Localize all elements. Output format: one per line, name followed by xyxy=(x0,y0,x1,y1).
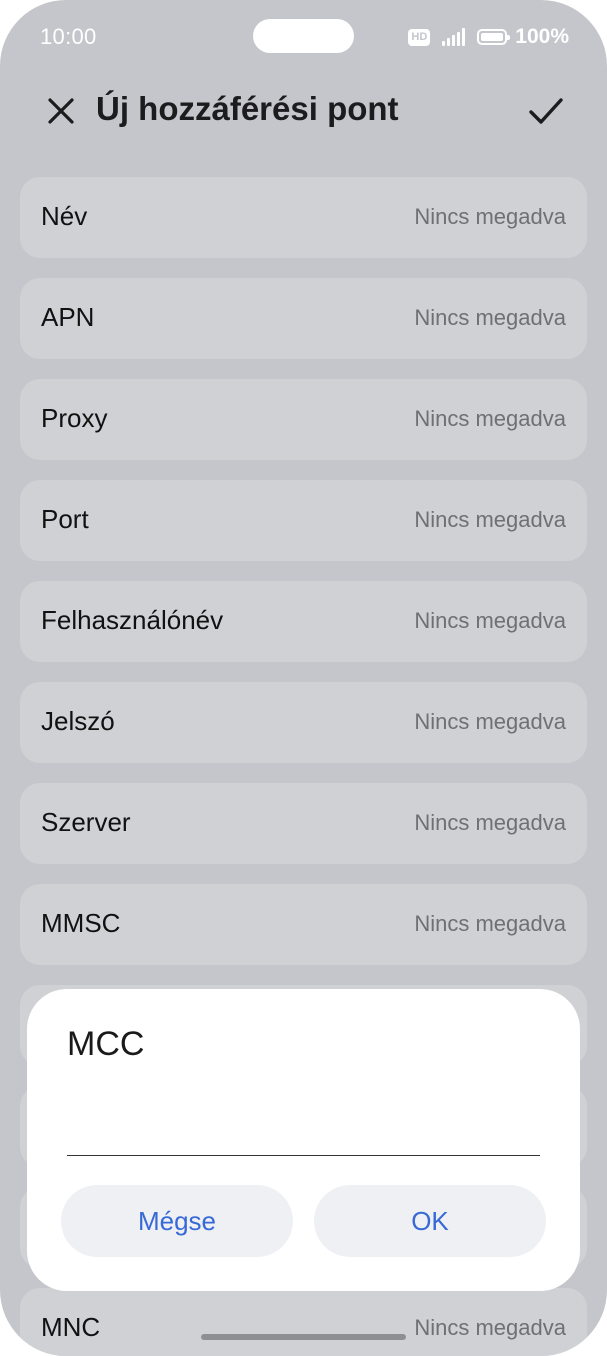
setting-label: MMSC xyxy=(41,908,121,938)
setting-label: Proxy xyxy=(41,403,108,433)
dialog-title: MCC xyxy=(67,1025,145,1063)
setting-value: Nincs megadva xyxy=(414,709,566,734)
mcc-dialog: MCC Mégse OK xyxy=(27,989,580,1291)
setting-label: Port xyxy=(41,504,89,534)
camera-cutout xyxy=(253,19,354,53)
setting-row-nev[interactable]: Név Nincs megadva xyxy=(20,177,587,258)
status-icons: HD 100% xyxy=(408,25,569,49)
setting-value: Nincs megadva xyxy=(414,204,566,229)
battery-percentage: 100% xyxy=(515,25,569,48)
setting-value: Nincs megadva xyxy=(414,305,566,330)
page-title: Új hozzáférési pont xyxy=(96,90,399,127)
setting-label: MNC xyxy=(41,1312,101,1342)
phone-screen: 10:00 HD 100% Új hozzáférési pont Név Ni… xyxy=(0,0,607,1356)
setting-value: Nincs megadva xyxy=(414,406,566,431)
setting-row-password[interactable]: Jelszó Nincs megadva xyxy=(20,682,587,763)
setting-label: APN xyxy=(41,302,95,332)
setting-row-mnc[interactable]: MNC Nincs megadva xyxy=(20,1288,587,1356)
setting-row-mmsc[interactable]: MMSC Nincs megadva xyxy=(20,884,587,965)
signal-icon xyxy=(442,28,466,46)
title-bar: Új hozzáférési pont xyxy=(0,80,607,144)
setting-row-proxy[interactable]: Proxy Nincs megadva xyxy=(20,379,587,460)
setting-label: Szerver xyxy=(41,807,131,837)
setting-row-username[interactable]: Felhasználónév Nincs megadva xyxy=(20,581,587,662)
setting-label: Felhasználónév xyxy=(41,605,224,635)
setting-row-port[interactable]: Port Nincs megadva xyxy=(20,480,587,561)
setting-value: Nincs megadva xyxy=(414,911,566,936)
cancel-button[interactable]: Mégse xyxy=(61,1185,293,1257)
setting-value: Nincs megadva xyxy=(414,608,566,633)
close-icon[interactable] xyxy=(44,94,78,128)
setting-value: Nincs megadva xyxy=(414,1315,566,1340)
battery-icon xyxy=(477,29,511,45)
status-bar: 10:00 HD 100% xyxy=(0,0,607,72)
setting-label: Név xyxy=(41,201,88,231)
status-time: 10:00 xyxy=(40,24,97,49)
setting-value: Nincs megadva xyxy=(414,810,566,835)
hd-icon: HD xyxy=(408,28,431,46)
setting-label: Jelszó xyxy=(41,706,115,736)
mcc-input[interactable] xyxy=(67,1107,540,1156)
setting-row-apn[interactable]: APN Nincs megadva xyxy=(20,278,587,359)
home-indicator[interactable] xyxy=(201,1334,406,1340)
setting-value: Nincs megadva xyxy=(414,507,566,532)
setting-row-server[interactable]: Szerver Nincs megadva xyxy=(20,783,587,864)
ok-button[interactable]: OK xyxy=(314,1185,546,1257)
check-icon[interactable] xyxy=(526,93,566,129)
